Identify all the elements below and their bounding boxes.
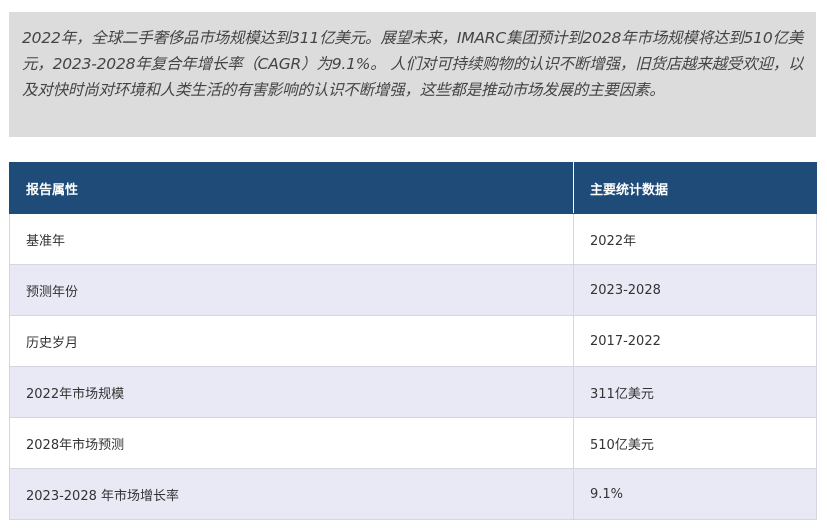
row-value: 311亿美元 [573, 366, 817, 418]
row-attribute: 2022年市场规模 [9, 366, 574, 418]
table-row: 预测年份 2023-2028 [9, 264, 817, 316]
row-value: 2022年 [573, 213, 817, 265]
table-row: 历史岁月 2017-2022 [9, 315, 817, 367]
table-row: 2023-2028 年市场增长率 9.1% [9, 468, 817, 520]
row-value: 2017-2022 [573, 315, 817, 367]
header-report-attribute: 报告属性 [9, 162, 574, 214]
table-row: 2022年市场规模 311亿美元 [9, 366, 817, 418]
row-value: 510亿美元 [573, 417, 817, 469]
row-attribute: 预测年份 [9, 264, 574, 316]
row-attribute: 历史岁月 [9, 315, 574, 367]
row-value: 2023-2028 [573, 264, 817, 316]
table-header-row: 报告属性 主要统计数据 [9, 162, 817, 214]
header-key-statistics: 主要统计数据 [573, 162, 817, 214]
row-attribute: 2028年市场预测 [9, 417, 574, 469]
summary-text: 2022年，全球二手奢侈品市场规模达到311亿美元。展望未来，IMARC集团预计… [22, 29, 804, 99]
summary-box: 2022年，全球二手奢侈品市场规模达到311亿美元。展望未来，IMARC集团预计… [9, 12, 816, 137]
row-value: 9.1% [573, 468, 817, 520]
row-attribute: 2023-2028 年市场增长率 [9, 468, 574, 520]
table-row: 基准年 2022年 [9, 213, 817, 265]
table-row: 2028年市场预测 510亿美元 [9, 417, 817, 469]
row-attribute: 基准年 [9, 213, 574, 265]
report-stats-table: 报告属性 主要统计数据 基准年 2022年 预测年份 2023-2028 历史岁… [9, 162, 817, 520]
